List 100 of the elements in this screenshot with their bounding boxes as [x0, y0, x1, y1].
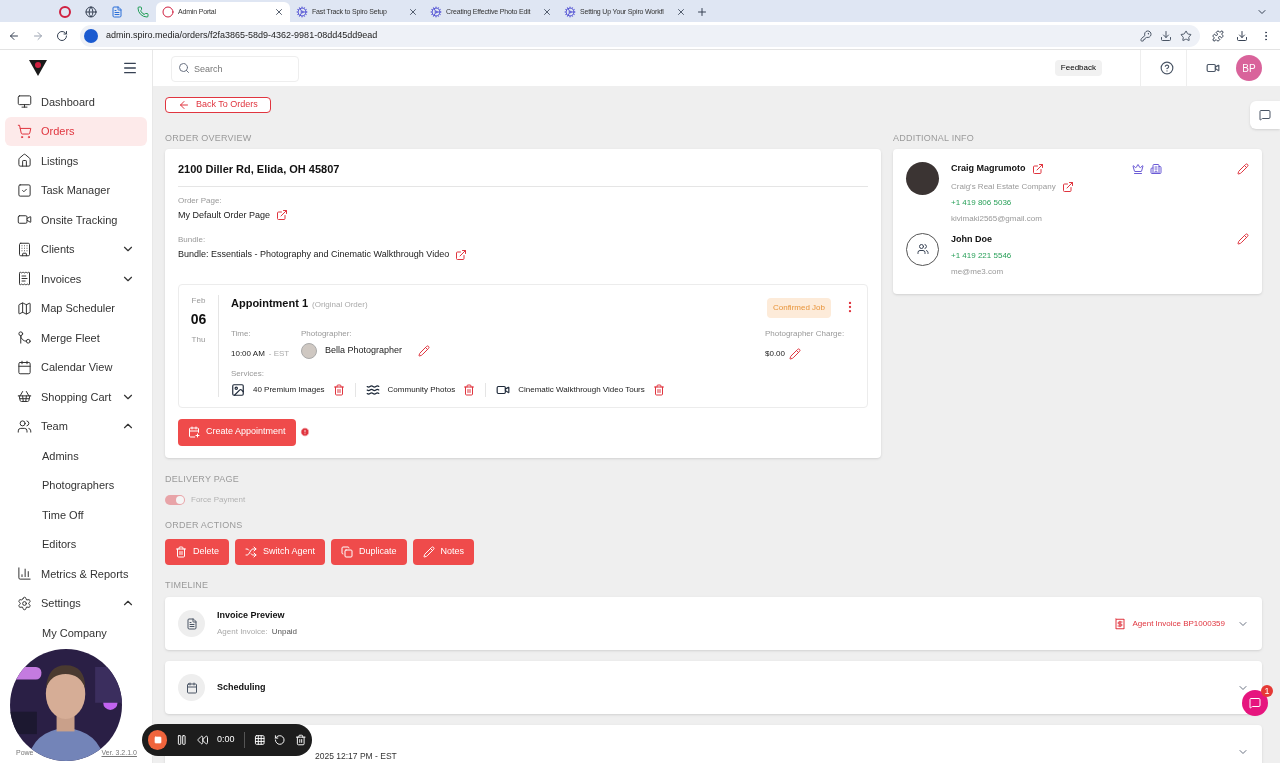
timeline-title: Scheduling	[217, 680, 267, 694]
sidebar-item[interactable]: My Company	[5, 618, 147, 648]
stop-button[interactable]	[148, 730, 168, 750]
time-value: 10:00 AM	[231, 347, 265, 360]
trash-icon	[175, 545, 187, 558]
back-button[interactable]: Back To Orders	[165, 97, 271, 113]
sidebar-item[interactable]: Photographers	[5, 470, 147, 500]
field-label: Agent Invoice:	[217, 625, 268, 638]
payment-status: Unpaid	[271, 625, 298, 638]
timeline-row[interactable]: Invoice Preview Agent Invoice: Unpaid Agent Invoice BP1000359	[165, 597, 1262, 650]
sidebar-item[interactable]: Orders	[5, 116, 147, 146]
comment-tab[interactable]	[1250, 101, 1280, 129]
company-name: Craig's Real Estate Company	[951, 180, 1056, 193]
calendar-icon	[178, 674, 205, 701]
sidebar-item[interactable]: Editors	[5, 529, 147, 559]
action-button[interactable]: Delete	[165, 538, 229, 565]
sidebar-item[interactable]: Invoices	[5, 264, 147, 294]
external-link-icon[interactable]	[1061, 180, 1074, 193]
back-icon[interactable]	[8, 29, 20, 42]
edit-icon[interactable]	[789, 347, 802, 360]
trash-icon[interactable]	[294, 734, 306, 746]
feedback-button[interactable]: Feedback	[1054, 60, 1102, 76]
sidebar-item[interactable]: Dashboard	[5, 87, 147, 117]
video-icon[interactable]	[1206, 61, 1220, 75]
close-icon[interactable]	[408, 7, 418, 17]
sidebar-item[interactable]: Metrics & Reports	[5, 559, 147, 589]
sidebar-item[interactable]: Map Scheduler	[5, 293, 147, 323]
restart-icon[interactable]	[274, 734, 286, 746]
external-link-icon[interactable]	[455, 248, 468, 261]
external-link-icon[interactable]	[276, 209, 289, 222]
info-icon[interactable]	[299, 427, 310, 437]
section-label: DELIVERY PAGE	[165, 472, 240, 486]
sidebar-item[interactable]: Shopping Cart	[5, 382, 147, 412]
invoice-icon	[178, 610, 205, 637]
chat-icon	[1249, 697, 1261, 709]
edit-icon[interactable]	[1237, 233, 1249, 246]
building-icon	[1149, 162, 1162, 175]
appointment-title: Appointment 1	[231, 295, 308, 311]
search-field[interactable]: Search	[171, 56, 299, 82]
close-icon[interactable]	[676, 7, 686, 17]
contact-email: me@me3.com	[951, 266, 1005, 278]
gear-icon	[296, 6, 308, 18]
sidebar-item[interactable]: Clients	[5, 234, 147, 264]
field-label: Services:	[231, 367, 265, 380]
new-tab-icon[interactable]	[696, 6, 708, 18]
date-weekday: Thu	[191, 333, 206, 346]
sidebar-item[interactable]: Time Off	[5, 500, 147, 530]
sidebar-item[interactable]: Settings	[5, 588, 147, 618]
invoice-link[interactable]: Agent Invoice BP1000359	[1132, 617, 1225, 630]
external-link-icon[interactable]	[1031, 162, 1044, 175]
section-label: TIMELINE	[165, 578, 210, 592]
photographer-name: Bella Photographer	[325, 343, 403, 357]
help-icon[interactable]	[1160, 61, 1174, 75]
timeline-row[interactable]: Scheduling	[165, 661, 1262, 714]
edit-icon[interactable]	[418, 344, 431, 357]
sidebar-item[interactable]: Admins	[5, 441, 147, 471]
close-icon[interactable]	[542, 7, 552, 17]
grid-icon[interactable]	[253, 734, 266, 746]
install-icon[interactable]	[1160, 29, 1172, 42]
contact-phone: +1 419 221 5546	[951, 250, 1013, 262]
order-address: 2100 Diller Rd, Elida, OH 45807	[178, 161, 868, 187]
pause-icon[interactable]	[176, 734, 188, 746]
sidebar-item[interactable]: Onsite Tracking	[5, 205, 147, 235]
sidebar-item[interactable]: Team	[5, 411, 147, 441]
contact-email: kivimaki2565@gmail.com	[951, 212, 1043, 225]
copy-icon	[341, 545, 354, 558]
key-icon[interactable]	[1140, 29, 1152, 42]
globe-icon	[85, 6, 97, 18]
action-button[interactable]: Switch Agent	[235, 538, 326, 565]
sidebar-item[interactable]: Listings	[5, 146, 147, 176]
timezone: - EST	[268, 347, 290, 360]
download-icon[interactable]	[1236, 29, 1248, 42]
charge-value: $0.00	[765, 347, 786, 360]
image-icon	[231, 382, 245, 397]
comment-icon	[1259, 109, 1271, 121]
star-icon[interactable]	[1180, 29, 1192, 42]
field-label: Photographer Charge:	[765, 327, 846, 340]
action-button[interactable]: Duplicate	[331, 538, 407, 565]
timeline-title: Invoice Preview	[217, 609, 286, 623]
search-icon	[178, 62, 190, 74]
reload-icon[interactable]	[56, 29, 68, 42]
record-icon	[59, 6, 71, 18]
section-label: ORDER ACTIONS	[165, 519, 244, 532]
phone-icon	[137, 6, 149, 18]
edit-icon[interactable]	[1237, 162, 1249, 175]
section-label: ADDITIONAL INFO	[893, 131, 976, 145]
field-label: Time:	[231, 327, 252, 340]
sidebar-item[interactable]: Merge Fleet	[5, 323, 147, 353]
extensions-icon[interactable]	[1212, 29, 1224, 42]
create-appointment-button[interactable]: Create Appointment	[178, 418, 296, 446]
sidebar-item[interactable]: Calendar View	[5, 352, 147, 382]
arrow-left-icon	[178, 98, 190, 111]
action-button[interactable]: Notes	[412, 538, 475, 565]
pencil-icon	[422, 545, 435, 558]
url-field[interactable]: admin.spiro.media/orders/f2fa3865-58d9-4362-9981-08dd45dd9ead	[80, 24, 1200, 47]
rewind-icon[interactable]	[196, 734, 209, 746]
field-label: Photographer:	[301, 327, 353, 340]
sidebar-item[interactable]: Task Manager	[5, 175, 147, 205]
close-icon[interactable]	[274, 7, 284, 17]
logo-icon	[28, 59, 48, 77]
